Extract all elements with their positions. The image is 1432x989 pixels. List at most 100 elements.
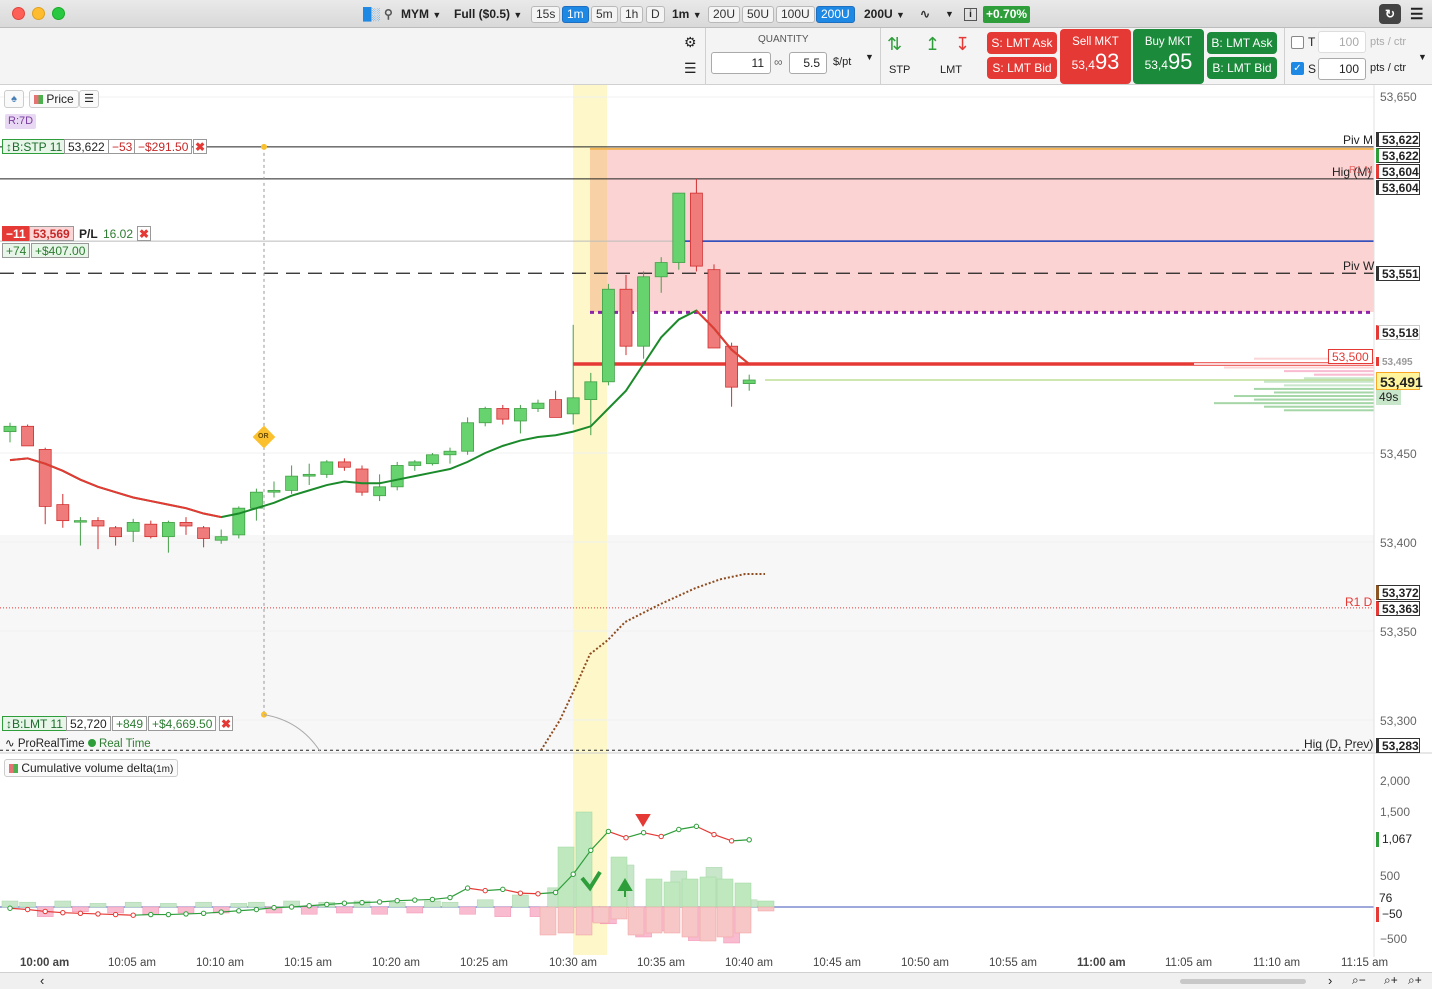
- cvd-point: [728, 838, 735, 844]
- volume-up-bar: [645, 878, 663, 908]
- sell-market-button[interactable]: Sell MKT 53,493: [1060, 29, 1131, 84]
- zoom-window-button[interactable]: [52, 7, 65, 20]
- lmt-buy-icon[interactable]: ↥: [925, 34, 940, 55]
- delta-bar: [195, 901, 212, 908]
- symbol-selector[interactable]: MYM ▼: [401, 6, 441, 23]
- bar-countdown-box: 49s: [1376, 390, 1401, 405]
- sell-limit-bid-button[interactable]: S: LMT Bid: [987, 57, 1057, 79]
- volume-profile-bar: [1314, 373, 1374, 376]
- target-unit: pts / ctr: [1370, 36, 1407, 48]
- position-qty: −11: [2, 226, 30, 241]
- volume-profile-bar: [1284, 409, 1374, 412]
- link-icon[interactable]: ∞: [774, 55, 783, 69]
- timeframe-d[interactable]: D: [646, 6, 665, 23]
- r1-day-label: R1 D: [1345, 595, 1373, 609]
- chevron-down-icon[interactable]: ▼: [1418, 52, 1427, 62]
- timeframe-1m[interactable]: 1m: [562, 6, 589, 23]
- chart-type-icon[interactable]: █░: [363, 6, 380, 23]
- volume-up-bar: [557, 846, 575, 908]
- delta-bar: [459, 906, 476, 915]
- range-50u[interactable]: 50U: [742, 6, 775, 23]
- volume-up-bar: [681, 878, 699, 908]
- delta-bar: [248, 901, 265, 908]
- candle-body: [267, 489, 281, 493]
- minimize-window-button[interactable]: [32, 7, 45, 20]
- candle-body: [302, 473, 316, 477]
- candle-body: [320, 461, 334, 475]
- volume-up-bar: [663, 881, 681, 908]
- list-icon[interactable]: ☰: [684, 60, 697, 77]
- cvd-point: [359, 899, 365, 906]
- scroll-left-icon[interactable]: ‹: [40, 973, 44, 988]
- cvd-point: [588, 847, 594, 853]
- volume-down-bar: [716, 906, 734, 938]
- volume-profile-bar: [1224, 366, 1374, 369]
- cvd-point: [711, 831, 717, 838]
- chevron-down-icon: ▼: [896, 10, 905, 20]
- sync-icon[interactable]: ↻: [1379, 4, 1401, 24]
- sell-limit-ask-button[interactable]: S: LMT Ask: [987, 32, 1057, 54]
- buy-market-button[interactable]: Buy MKT 53,495: [1133, 29, 1204, 84]
- stp-order-icon[interactable]: ⇅: [887, 34, 902, 55]
- timeframe-15s[interactable]: 15s: [531, 6, 561, 23]
- candle-body: [56, 504, 70, 522]
- limit-order-pts: +849: [112, 716, 148, 731]
- position-close-icon[interactable]: ✖: [137, 226, 151, 241]
- range-100u[interactable]: 100U: [776, 6, 815, 23]
- last-price-box: 53,491: [1376, 372, 1423, 390]
- alerts-icon[interactable]: ♠: [4, 90, 24, 108]
- range-selector[interactable]: 200U ▼: [864, 6, 905, 23]
- timeframe-1h[interactable]: 1h: [620, 6, 644, 23]
- volume-profile-bar: [1284, 370, 1374, 373]
- timeframe-5m[interactable]: 5m: [591, 6, 618, 23]
- close-window-button[interactable]: [12, 7, 25, 20]
- buy-limit-bid-button[interactable]: B: LMT Bid: [1207, 57, 1277, 79]
- lmt-sell-icon[interactable]: ↧: [955, 34, 970, 55]
- candle-body: [355, 468, 369, 493]
- volume-profile-bar: [1214, 402, 1374, 405]
- limit-order-tag[interactable]: ↕B:LMT 11: [2, 716, 67, 731]
- target-input[interactable]: 100: [1318, 31, 1366, 53]
- quantity-input[interactable]: 11: [711, 52, 771, 74]
- contract-selector[interactable]: Full ($0.5) ▼: [454, 6, 522, 23]
- range-200u[interactable]: 200U: [816, 6, 855, 23]
- zoom-fit-icon[interactable]: ⌕+: [1408, 973, 1422, 988]
- zoom-out-icon[interactable]: ⌕−: [1352, 973, 1366, 988]
- candle-body: [179, 522, 193, 527]
- lock-icon[interactable]: ⚲: [384, 6, 393, 23]
- time-axis-label: 10:40 am: [725, 957, 773, 969]
- stop-order-close-icon[interactable]: ✖: [193, 139, 207, 154]
- delta-bar: [406, 906, 424, 914]
- chevron-down-icon[interactable]: ▼: [945, 6, 954, 23]
- price-toggle[interactable]: Price: [29, 90, 79, 108]
- candle-body: [373, 486, 387, 497]
- indicator-header[interactable]: Cumulative volume delta(1m): [4, 759, 179, 777]
- target-checkbox[interactable]: [1291, 36, 1304, 49]
- stop-input[interactable]: 100: [1318, 58, 1366, 80]
- range-label: 200U: [864, 7, 893, 21]
- scrollbar[interactable]: ‹ › ⌕− ⌕+ ⌕+: [0, 972, 1432, 989]
- scroll-thumb[interactable]: [1180, 979, 1306, 984]
- per-pt-input[interactable]: 5.5: [789, 52, 827, 74]
- chevron-down-icon[interactable]: ▼: [865, 52, 874, 62]
- resistance-zone: [590, 148, 1374, 312]
- interval-selector[interactable]: 1m ▼: [672, 6, 702, 23]
- price-chart[interactable]: [0, 85, 1432, 989]
- stop-order-tag[interactable]: ↕B:STP 11: [2, 139, 67, 154]
- stop-order-label: B:STP 11: [12, 140, 63, 154]
- menu-icon[interactable]: ☰: [1410, 6, 1423, 23]
- volume-profile-bar: [1274, 391, 1374, 394]
- scroll-right-icon[interactable]: ›: [1328, 973, 1332, 988]
- limit-order-close-icon[interactable]: ✖: [219, 716, 233, 731]
- indicators-icon[interactable]: ∿: [920, 6, 930, 23]
- cvd-point: [605, 828, 612, 835]
- wrench-icon[interactable]: ⚙: [684, 34, 697, 51]
- chart-list-icon[interactable]: ☰: [79, 90, 99, 108]
- zoom-in-icon[interactable]: ⌕+: [1384, 973, 1398, 988]
- candle-body: [197, 527, 211, 539]
- info-icon[interactable]: i: [964, 8, 977, 21]
- range-20u[interactable]: 20U: [708, 6, 741, 23]
- buy-limit-ask-button[interactable]: B: LMT Ask: [1207, 32, 1277, 54]
- stop-checkbox[interactable]: ✓: [1291, 62, 1304, 75]
- time-axis-label: 10:30 am: [549, 957, 597, 969]
